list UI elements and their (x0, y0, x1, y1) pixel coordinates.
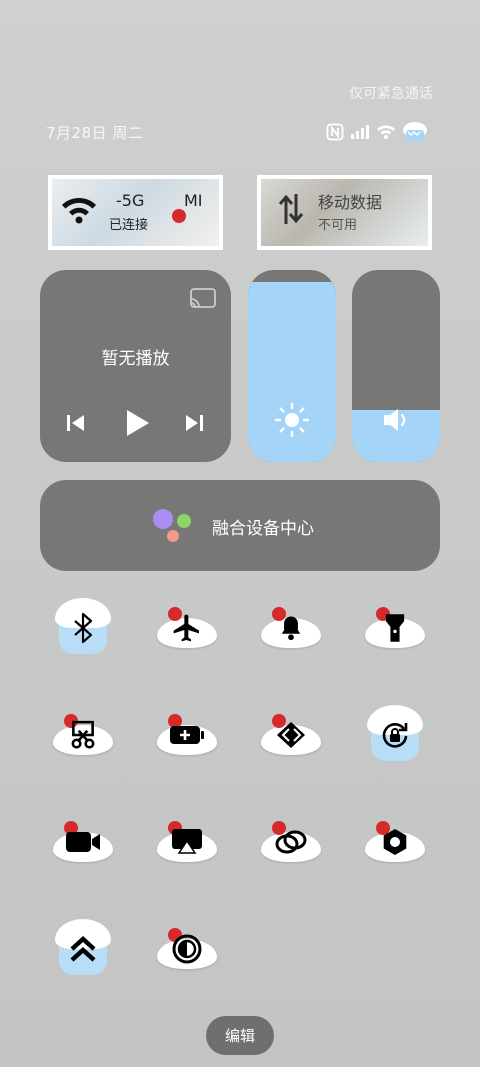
airplane-icon (155, 596, 219, 660)
battery-cupcake-icon (403, 122, 427, 141)
bell-icon (259, 596, 323, 660)
quick-toggle-airplane[interactable] (155, 596, 219, 660)
mobile-data-title: 移动数据 (318, 193, 383, 212)
quick-toggle-bluetooth[interactable] (51, 596, 115, 660)
quick-toggle-rotation-lock[interactable] (363, 703, 427, 767)
wifi-tile[interactable]: -5G MI 已连接 (48, 175, 223, 250)
quick-toggle-bell[interactable] (259, 596, 323, 660)
dash-icon (259, 703, 323, 767)
mobile-data-status: 不可用 (318, 218, 358, 233)
device-hub-icon (153, 509, 191, 542)
performance-icon (51, 917, 115, 981)
data-transfer-icon (278, 194, 304, 224)
battery-saver-icon (155, 703, 219, 767)
quick-toggle-flashlight[interactable] (363, 596, 427, 660)
wifi-ssid-suffix: MI (184, 191, 203, 210)
device-hub-label: 融合设备中心 (212, 519, 314, 539)
speaker-icon (384, 409, 406, 431)
wifi-status-icon (377, 125, 395, 139)
edit-button[interactable]: 编辑 (206, 1016, 274, 1055)
wifi-icon (62, 197, 96, 224)
quick-toggle-cast[interactable] (155, 810, 219, 874)
quick-toggle-screenshot[interactable] (51, 703, 115, 767)
quick-toggle-contrast[interactable] (155, 917, 219, 981)
next-track-icon[interactable] (183, 413, 205, 433)
contrast-icon (155, 917, 219, 981)
status-bar-icons (326, 121, 428, 143)
mobile-data-tile[interactable]: 移动数据 不可用 (257, 175, 432, 250)
device-hub-card[interactable]: 融合设备中心 (40, 480, 440, 571)
quick-toggle-video[interactable] (51, 810, 115, 874)
cherry-decoration (172, 209, 186, 223)
emergency-calls-only: 仅可紧急通话 (349, 86, 433, 102)
quick-toggle-link[interactable] (259, 810, 323, 874)
volume-slider[interactable] (352, 270, 440, 462)
signal-icon (351, 125, 369, 139)
video-icon (51, 810, 115, 874)
quick-toggle-battery-saver[interactable] (155, 703, 219, 767)
rotation-lock-icon (363, 703, 427, 767)
sun-icon (274, 402, 310, 438)
link-icon (259, 810, 323, 874)
media-card[interactable]: 暂无播放 (40, 270, 231, 462)
previous-track-icon[interactable] (65, 413, 87, 433)
cast-icon (155, 810, 219, 874)
flashlight-icon (363, 596, 427, 660)
wifi-status: 已连接 (109, 218, 149, 233)
media-title: 暂无播放 (101, 349, 170, 369)
wifi-ssid: -5G (116, 191, 145, 210)
quick-toggle-dash[interactable] (259, 703, 323, 767)
screenshot-icon (51, 703, 115, 767)
brightness-slider[interactable] (248, 270, 336, 462)
play-icon[interactable] (123, 408, 151, 438)
quick-toggle-nut[interactable] (363, 810, 427, 874)
bluetooth-icon (51, 596, 115, 660)
quick-toggle-performance[interactable] (51, 917, 115, 981)
date: 7月28日 周二 (46, 124, 144, 142)
nut-icon (363, 810, 427, 874)
nfc-icon (326, 123, 344, 141)
cast-screen-icon[interactable] (189, 287, 217, 309)
